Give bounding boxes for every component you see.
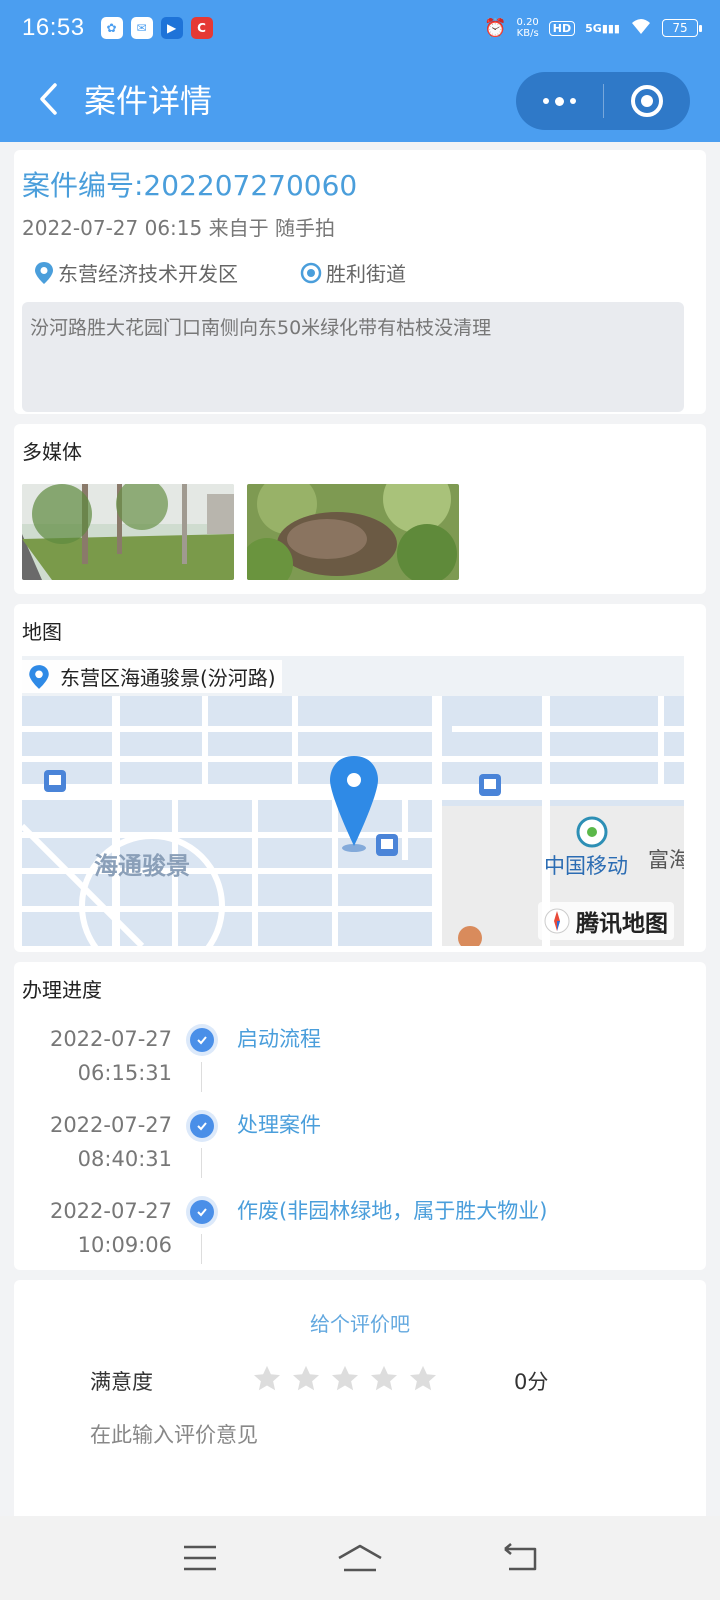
- media-card: 多媒体: [14, 424, 706, 594]
- progress-card: 办理进度 2022-07-27 06:15:31 启动流程 2022-07-27 0…: [14, 962, 706, 1270]
- district-tag: 东营经济技术开发区: [34, 258, 238, 287]
- map-label-community: 海通骏景: [94, 852, 190, 880]
- star-icon[interactable]: [369, 1364, 399, 1394]
- system-nav-bar: [0, 1516, 720, 1600]
- alarm-icon: ⏰: [484, 17, 507, 39]
- check-circle-icon: [186, 1110, 218, 1142]
- case-description: 汾河路胜大花园门口南侧向东50米绿化带有枯枝没清理: [22, 302, 684, 412]
- progress-step: 2022-07-27 10:09:06 作废(非园林绿地，属于胜大物业): [14, 1194, 704, 1282]
- chevron-left-icon: [40, 83, 57, 115]
- step-name: 作废(非园林绿地，属于胜大物业): [237, 1199, 548, 1223]
- more-button[interactable]: [516, 72, 603, 130]
- mail-icon: ✉: [130, 17, 153, 39]
- bus-stop-icon: [376, 834, 398, 856]
- rating-card: 给个评价吧 满意度 0分: [14, 1280, 706, 1516]
- bus-stop-icon: [479, 774, 501, 796]
- home-icon: [338, 1544, 382, 1572]
- app-c-icon: C: [190, 17, 213, 39]
- step-datetime: 2022-07-27 10:09:06: [50, 1194, 172, 1262]
- menu-icon: [184, 1545, 216, 1571]
- step-name: 启动流程: [237, 1027, 321, 1051]
- media-thumbnail-1[interactable]: [22, 484, 234, 580]
- step-time: 10:09:06: [77, 1233, 172, 1257]
- page-title: 案件详情: [84, 82, 213, 120]
- menu-button[interactable]: [170, 1528, 230, 1588]
- step-name: 处理案件: [237, 1113, 321, 1137]
- status-bar: 16:53 ✿ ✉ ▶ C ⏰ 0.20 KB/s HD 5G▮▮▮ 75: [0, 0, 720, 56]
- step-date: 2022-07-27: [49, 1199, 172, 1223]
- step-datetime: 2022-07-27 06:15:31: [50, 1022, 172, 1090]
- back-button[interactable]: [18, 69, 78, 129]
- speed-unit: KB/s: [516, 28, 539, 39]
- target-location-icon: [300, 262, 322, 283]
- rating-score: 0分: [514, 1370, 549, 1394]
- china-mobile-logo-icon: [576, 816, 608, 848]
- case-info-card: 案件编号:202207270060 2022-07-27 06:15 来自于 随…: [14, 150, 706, 414]
- comment-input[interactable]: [90, 1418, 650, 1452]
- signal-icon: 5G▮▮▮: [585, 21, 620, 35]
- map-card: 地图 海通骏景 中国移动 富海 腾讯地图 东营区海通骏景(汾河路): [14, 604, 706, 952]
- notification-icons: ✿ ✉ ▶ C: [100, 17, 213, 39]
- map-label-fuhai: 富海: [648, 848, 684, 872]
- close-mini-program-button[interactable]: [604, 72, 691, 130]
- battery-level: 75: [672, 21, 688, 35]
- star-icon[interactable]: [252, 1364, 282, 1394]
- check-circle-icon: [186, 1196, 218, 1228]
- mini-program-capsule: [516, 72, 690, 130]
- wifi-icon: [630, 17, 652, 40]
- star-icon[interactable]: [408, 1364, 438, 1394]
- nav-bar: 案件详情: [0, 56, 720, 142]
- home-button[interactable]: [330, 1528, 390, 1588]
- map-label-china-mobile: 中国移动: [544, 854, 628, 878]
- progress-step: 2022-07-27 06:15:31 启动流程: [14, 1022, 704, 1110]
- star-icon[interactable]: [330, 1364, 360, 1394]
- back-nav-button[interactable]: [490, 1528, 550, 1588]
- battery-icon: 75: [662, 19, 702, 37]
- rating-title: 给个评价吧: [310, 1312, 410, 1336]
- case-meta: 2022-07-27 06:15 来自于 随手拍: [22, 216, 335, 240]
- media-title: 多媒体: [22, 440, 82, 464]
- location-pin-icon: [35, 261, 53, 284]
- bus-stop-icon: [44, 770, 66, 792]
- map-address-bar: 东营区海通骏景(汾河路): [22, 660, 282, 693]
- street-label: 胜利街道: [326, 262, 406, 286]
- step-time: 06:15:31: [77, 1061, 172, 1085]
- app-notification-icon: ✿: [100, 17, 123, 39]
- tencent-map-brand: 腾讯地图: [538, 902, 674, 940]
- map-view[interactable]: 海通骏景 中国移动 富海 腾讯地图: [22, 656, 684, 946]
- status-time: 16:53: [22, 14, 85, 41]
- location-pin-icon: [29, 664, 49, 689]
- tencent-map-text: 腾讯地图: [576, 911, 668, 937]
- speed-value: 0.20: [516, 17, 539, 28]
- district-label: 东营经济技术开发区: [58, 262, 238, 286]
- more-dots-icon: [542, 96, 576, 106]
- network-type: 5G: [585, 21, 602, 35]
- map-address: 东营区海通骏景(汾河路): [60, 666, 276, 690]
- timeline-connector: [201, 1234, 202, 1264]
- check-circle-icon: [186, 1024, 218, 1056]
- play-icon: ▶: [160, 17, 183, 39]
- return-icon: [504, 1543, 537, 1571]
- network-speed: 0.20 KB/s: [517, 17, 539, 39]
- progress-title: 办理进度: [22, 978, 102, 1002]
- street-tag: 胜利街道: [300, 258, 406, 287]
- timeline-connector: [201, 1062, 202, 1092]
- case-number: 案件编号:202207270060: [22, 169, 358, 202]
- timeline-connector: [201, 1148, 202, 1178]
- star-rating: [252, 1364, 438, 1394]
- media-thumbnail-2[interactable]: [247, 484, 459, 580]
- map-title: 地图: [22, 620, 62, 644]
- star-icon[interactable]: [291, 1364, 321, 1394]
- satisfaction-label: 满意度: [90, 1370, 153, 1394]
- target-icon: [630, 85, 663, 117]
- step-date: 2022-07-27: [49, 1027, 172, 1051]
- hd-badge: HD: [548, 20, 576, 36]
- compass-icon: [544, 908, 570, 934]
- step-time: 08:40:31: [77, 1147, 172, 1171]
- progress-step: 2022-07-27 08:40:31 处理案件: [14, 1108, 704, 1196]
- step-date: 2022-07-27: [49, 1113, 172, 1137]
- step-datetime: 2022-07-27 08:40:31: [50, 1108, 172, 1176]
